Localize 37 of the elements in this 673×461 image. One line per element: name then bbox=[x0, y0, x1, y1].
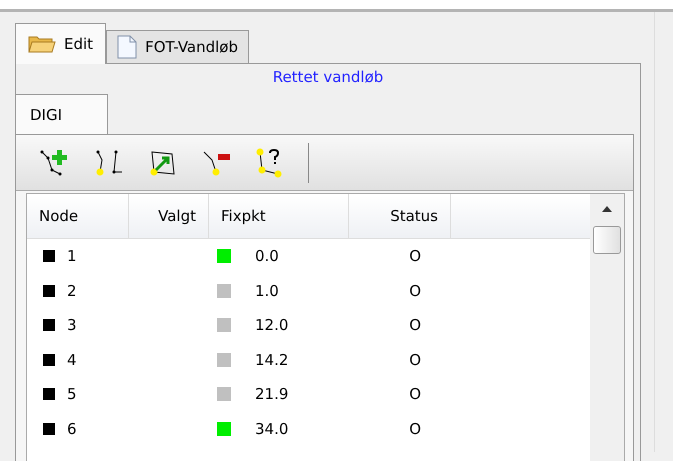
column-header[interactable]: Status bbox=[349, 194, 451, 238]
table-cell: 6 bbox=[67, 420, 77, 438]
table-cell: 5 bbox=[67, 385, 77, 404]
node-marker-icon bbox=[43, 250, 55, 262]
document-icon bbox=[117, 35, 138, 59]
table-cell: 3 bbox=[67, 316, 77, 334]
table-cell: O bbox=[409, 247, 421, 266]
table-cell: 12.0 bbox=[255, 316, 288, 334]
table-cell: 2 bbox=[67, 282, 77, 300]
column-header[interactable]: Node bbox=[27, 194, 129, 238]
table-cell: 21.9 bbox=[255, 385, 288, 404]
column-header[interactable]: Valgt bbox=[129, 194, 209, 238]
table-cell: 34.0 bbox=[255, 420, 288, 438]
column-header[interactable]: Fixpkt bbox=[209, 194, 349, 238]
table-cell: 4 bbox=[67, 350, 77, 369]
table-cell: 14.2 bbox=[255, 350, 288, 369]
scroll-thumb[interactable] bbox=[593, 226, 621, 254]
table-cell: O bbox=[409, 316, 421, 334]
scrollbar[interactable] bbox=[590, 194, 624, 461]
table-cell: O bbox=[409, 350, 421, 369]
folder-icon bbox=[28, 34, 56, 54]
tab[interactable]: Edit bbox=[15, 23, 106, 64]
table-cell: 1.0 bbox=[255, 282, 279, 300]
table-cell: O bbox=[409, 385, 421, 404]
scroll-up-icon[interactable] bbox=[602, 206, 612, 212]
table-cell: O bbox=[409, 282, 421, 300]
node-marker-icon bbox=[43, 319, 55, 332]
tab[interactable]: DIGI bbox=[16, 94, 108, 134]
node-marker-icon bbox=[43, 284, 55, 297]
node-marker-icon bbox=[43, 388, 55, 400]
table-cell: 1 bbox=[67, 247, 77, 266]
tab[interactable]: FOT-Vandløb bbox=[106, 30, 249, 63]
node-marker-icon bbox=[43, 354, 55, 366]
table-cell: 0.0 bbox=[255, 247, 279, 266]
node-marker-icon bbox=[43, 422, 55, 435]
panel-title: Rettet vandløb bbox=[272, 67, 384, 88]
table-cell: O bbox=[409, 420, 421, 438]
